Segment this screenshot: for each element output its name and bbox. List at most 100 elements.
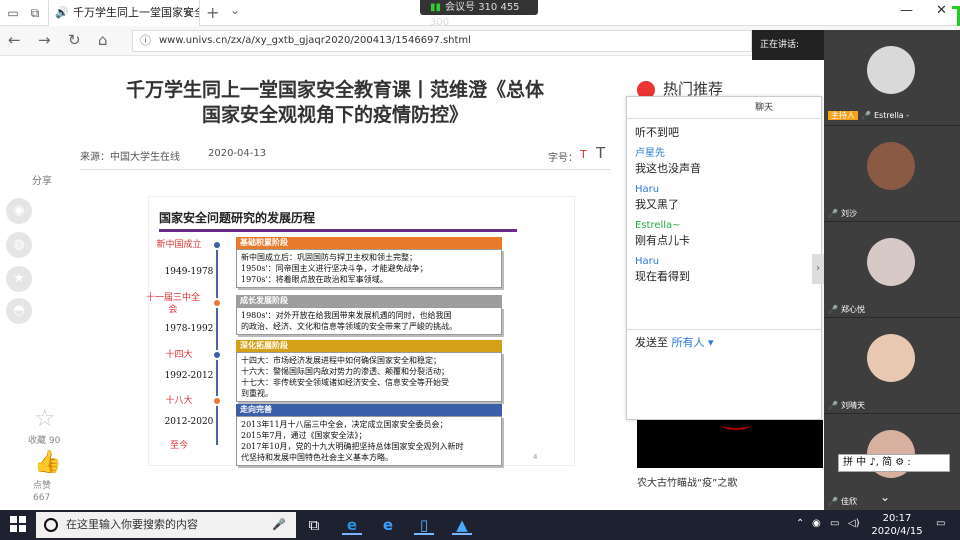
avatar: [867, 238, 915, 286]
minimize-icon[interactable]: —: [900, 3, 913, 18]
participant-name-text: Estrella -: [873, 111, 910, 120]
cortana-icon: [44, 518, 58, 532]
video-tile[interactable]: 🎤 刘晴天: [824, 318, 960, 414]
timeline-event: 十一届三中全会: [145, 293, 200, 315]
browser-tab-bar: ▭ ⧉ 🔊 千万学生同上一堂国家安全 ✕ + ⌄ ▮▮ 会议号 310 455 3…: [0, 0, 960, 28]
news-caption[interactable]: 农大古竹瞄战“疫”之歌: [637, 474, 737, 489]
meeting-id-pill[interactable]: ▮▮ 会议号 310 455 300: [420, 0, 538, 28]
mic-icon: 🎤: [828, 497, 838, 506]
collect-count: 收藏 90: [28, 436, 61, 446]
notification-icon[interactable]: ▭: [936, 518, 945, 529]
back-icon[interactable]: ←: [8, 31, 21, 49]
avatar: [867, 334, 915, 382]
font-small-button[interactable]: T: [580, 148, 587, 161]
stage-line: 1970s'：将着眼点放在政治和军事领域。: [241, 275, 388, 284]
chevron-down-icon[interactable]: ▾: [705, 336, 714, 349]
participant-name-text: 刘晴天: [840, 401, 865, 410]
phone-app-icon[interactable]: ▯: [414, 515, 434, 535]
clock-time: 20:17: [882, 513, 912, 524]
participant-name-text: 佳欣: [840, 497, 857, 506]
qq-icon[interactable]: ◓: [6, 298, 32, 324]
back-tab-icon[interactable]: ⧉: [26, 4, 44, 22]
article-title-line2: 国家安全观视角下的疫情防控》: [201, 104, 468, 126]
article-date: 2020-04-13: [208, 148, 267, 159]
stage-line: 新中国成立后：巩固国防与捍卫主权和领土完整；: [241, 253, 417, 262]
chevron-down-icon[interactable]: ⌄: [880, 490, 890, 504]
wechat-icon[interactable]: ◍: [6, 232, 32, 258]
network-icon[interactable]: ▭: [830, 518, 839, 529]
taskbar-search-input[interactable]: 在这里输入你要搜索的内容 🎤: [36, 512, 296, 538]
participant-name: 🎤 刘晴天: [828, 400, 865, 411]
chat-collapse-button[interactable]: ›: [812, 254, 824, 284]
microphone-icon[interactable]: 🎤: [272, 512, 286, 538]
ie-browser-icon[interactable]: e: [378, 515, 398, 535]
reload-icon[interactable]: ↻: [68, 31, 81, 49]
participant-name-text: 郑心悦: [840, 305, 865, 314]
forward-icon[interactable]: →: [38, 31, 51, 49]
participant-name-text: 刘沙: [840, 209, 857, 218]
chat-message-text: 我又黑了: [635, 198, 679, 211]
stage-line: 十四大：市场经济发展进程中如何确保国家安全和稳定；: [241, 356, 441, 365]
article-title-line1: 千万学生同上一堂国家安全教育课丨范维澄《总体: [125, 79, 544, 101]
qzone-icon[interactable]: ★: [6, 266, 32, 292]
slide-figure: 国家安全问题研究的发展历程 新中国成立 1949-1978 基础积累阶段 新中国…: [146, 196, 575, 466]
video-tile[interactable]: 主持人 🎤 Estrella -: [824, 30, 960, 126]
tab-title: 千万学生同上一堂国家安全: [73, 6, 200, 19]
tray-app-icon[interactable]: ◉: [812, 518, 821, 529]
home-icon[interactable]: ⌂: [98, 31, 108, 49]
stage-line: 2017年10月，党的十九大明确把坚持总体国家安全观列入新时: [241, 442, 464, 451]
volume-icon[interactable]: ◁): [848, 518, 860, 529]
stage-body: 十四大：市场经济发展进程中如何确保国家安全和稳定； 十六大：警惕国际国内敌对势力…: [236, 352, 502, 402]
close-window-icon[interactable]: ✕: [936, 3, 947, 18]
timeline-event: 十四大: [165, 350, 193, 360]
task-view-icon[interactable]: ⧉: [304, 515, 324, 535]
tab-list-icon[interactable]: ▭: [4, 4, 22, 22]
meeting-id: 会议号 310 455 300: [430, 2, 520, 28]
timeline-years: 1978-1992: [164, 324, 214, 334]
mic-icon: 🎤: [861, 111, 871, 120]
chat-panel: 聊天 听不到吧 卢星先 我这也没声音 Haru 我又黑了 Estrella~ 刚…: [626, 96, 822, 420]
send-to-label: 发送至: [635, 336, 668, 349]
title-underline: [159, 229, 517, 232]
weibo-icon[interactable]: ◉: [6, 198, 32, 224]
chat-send-to[interactable]: 发送至 所有人 ▾: [627, 329, 821, 354]
timeline-years: 1949-1978: [164, 267, 214, 277]
meeting-app-icon[interactable]: ▲: [452, 515, 472, 535]
news-thumbnail[interactable]: [637, 420, 823, 468]
windows-start-icon[interactable]: [10, 516, 26, 532]
like-thumb-icon[interactable]: 👍: [34, 450, 61, 475]
stage-line: 1950s'：同帝国主义进行坚决斗争，才能避免战争；: [241, 264, 428, 273]
close-tab-icon[interactable]: ✕: [184, 0, 193, 26]
stage-heading: 基础积累阶段: [236, 237, 502, 249]
tab-dropdown-icon[interactable]: ⌄: [230, 3, 240, 17]
speaker-icon[interactable]: 🔊: [55, 0, 69, 26]
stage-line: 2013年11月十八届三中全会，决定成立国家安全委员会；: [241, 420, 448, 429]
send-to-recipient[interactable]: 所有人: [672, 336, 705, 349]
chat-sender: 卢星先: [635, 148, 665, 159]
edge-browser-icon[interactable]: e: [342, 515, 362, 535]
like-info: 点赞 667: [33, 480, 51, 504]
avatar: [867, 142, 915, 190]
video-tile[interactable]: 🎤 刘沙: [824, 126, 960, 222]
clock-date: 2020/4/15: [871, 526, 923, 537]
browser-tab[interactable]: 🔊 千万学生同上一堂国家安全 ✕: [48, 0, 200, 26]
video-tile[interactable]: 🎤 郑心悦: [824, 222, 960, 318]
mic-icon: 🎤: [828, 209, 838, 218]
new-tab-icon[interactable]: +: [206, 3, 219, 22]
font-large-button[interactable]: T: [596, 144, 605, 162]
url-text: www.univs.cn/zx/a/xy_gxtb_gjaqr2020/2004…: [159, 35, 471, 46]
ime-toolbar[interactable]: 拼 中 ♪, 简 ⚙ :: [838, 454, 950, 472]
timeline-now: 至今: [169, 441, 188, 451]
taskbar-clock[interactable]: 20:17 2020/4/15: [862, 512, 932, 538]
tray-arrow-icon[interactable]: ⌃: [796, 518, 804, 529]
stage-heading: 走向完善: [236, 404, 502, 416]
collect-star-icon[interactable]: ☆: [34, 404, 56, 432]
chat-message-text: 现在看得到: [635, 270, 690, 283]
stage-body: 2013年11月十八届三中全会，决定成立国家安全委员会； 2015年7月，通过《…: [236, 416, 502, 466]
url-field[interactable]: ⓘ www.univs.cn/zx/a/xy_gxtb_gjaqr2020/20…: [132, 30, 752, 52]
stage-heading: 深化拓展阶段: [236, 340, 502, 352]
chat-messages: 听不到吧 卢星先 我这也没声音 Haru 我又黑了 Estrella~ 刚有点儿…: [627, 119, 821, 288]
stage-line: 2015年7月，通过《国家安全法》；: [241, 431, 367, 440]
timeline-years: 1992-2012: [164, 371, 214, 381]
timeline-dot: [212, 298, 222, 308]
